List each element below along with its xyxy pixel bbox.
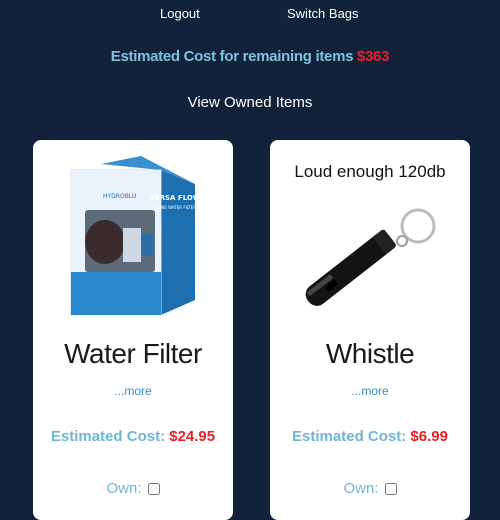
cost-label: Estimated Cost: (292, 428, 407, 445)
own-checkbox[interactable] (147, 483, 160, 496)
cost-value: $6.99 (410, 428, 448, 445)
item-title: Water Filter (64, 338, 202, 369)
item-cost: Estimated Cost: $24.95 (33, 428, 233, 445)
item-card-water-filter: HYDROBLU VERSA FLOW INLINE WATER FILTER … (33, 140, 233, 520)
logout-link[interactable]: Logout (160, 6, 200, 21)
own-label: Own: (106, 480, 142, 497)
product-text: VERSA FLOW (149, 194, 200, 202)
summary-label: Estimated Cost for remaining items (110, 48, 354, 65)
item-cost: Estimated Cost: $6.99 (270, 428, 470, 445)
switch-bags-link[interactable]: Switch Bags (287, 6, 359, 21)
item-title: Whistle (325, 338, 415, 369)
own-row: Own: (33, 480, 233, 497)
more-link[interactable]: ...more (270, 384, 470, 398)
view-owned-items-link[interactable]: View Owned Items (0, 94, 500, 111)
own-checkbox[interactable] (384, 483, 397, 496)
own-row: Own: (270, 480, 470, 497)
item-card-whistle: Loud enough 120db Whistle ...more Estima… (270, 140, 470, 520)
water-filter-image: HYDROBLU VERSA FLOW INLINE WATER FILTER (43, 150, 223, 320)
whistle-image (280, 150, 460, 320)
summary-value: $363 (357, 48, 390, 65)
product-sub-text: INLINE WATER FILTER (154, 205, 197, 210)
brand-text: HYDROBLU (103, 193, 136, 200)
cost-label: Estimated Cost: (50, 428, 166, 445)
estimated-cost-summary: Estimated Cost for remaining items $363 (0, 48, 500, 65)
more-link[interactable]: ...more (33, 384, 233, 398)
cost-value: $24.95 (169, 428, 216, 445)
own-label: Own: (343, 480, 379, 497)
